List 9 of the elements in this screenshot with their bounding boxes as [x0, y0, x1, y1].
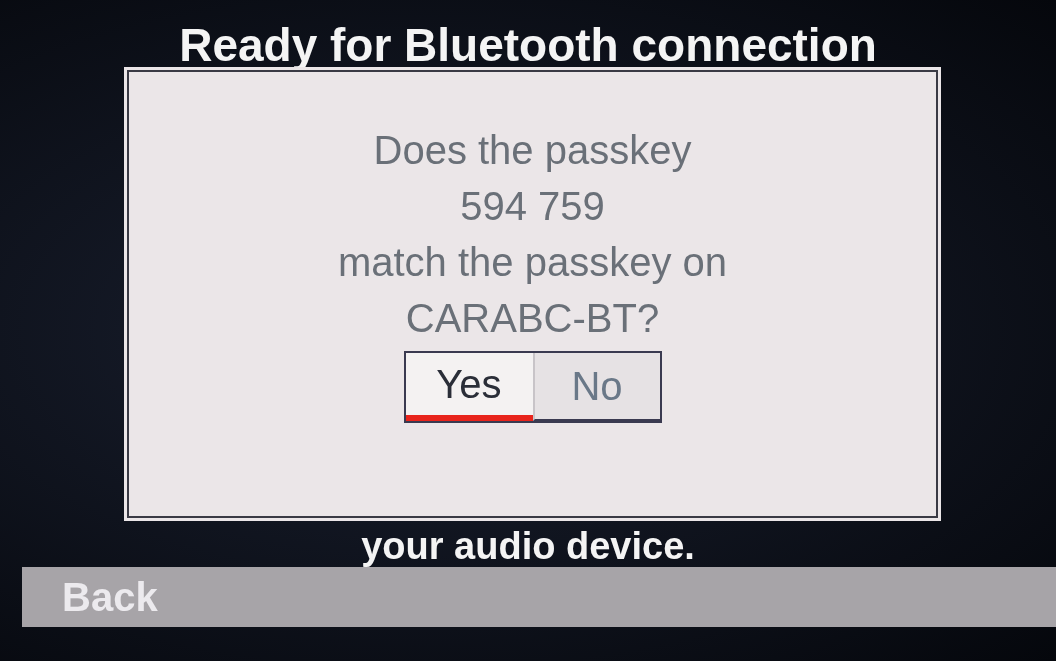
dialog-text: CARABC-BT?	[405, 295, 660, 342]
status-message: your audio device.	[361, 527, 695, 565]
status-message: Ready for Bluetooth connection	[179, 22, 877, 68]
dialog-text: Does the passkey	[373, 127, 692, 174]
dialog-text: match the passkey on	[337, 239, 728, 286]
dialog-button[interactable]: Yes	[405, 353, 533, 421]
dialog-text: 594 759	[460, 183, 605, 230]
back-button[interactable]: Back	[22, 574, 158, 620]
dialog-button[interactable]: No	[532, 353, 660, 421]
